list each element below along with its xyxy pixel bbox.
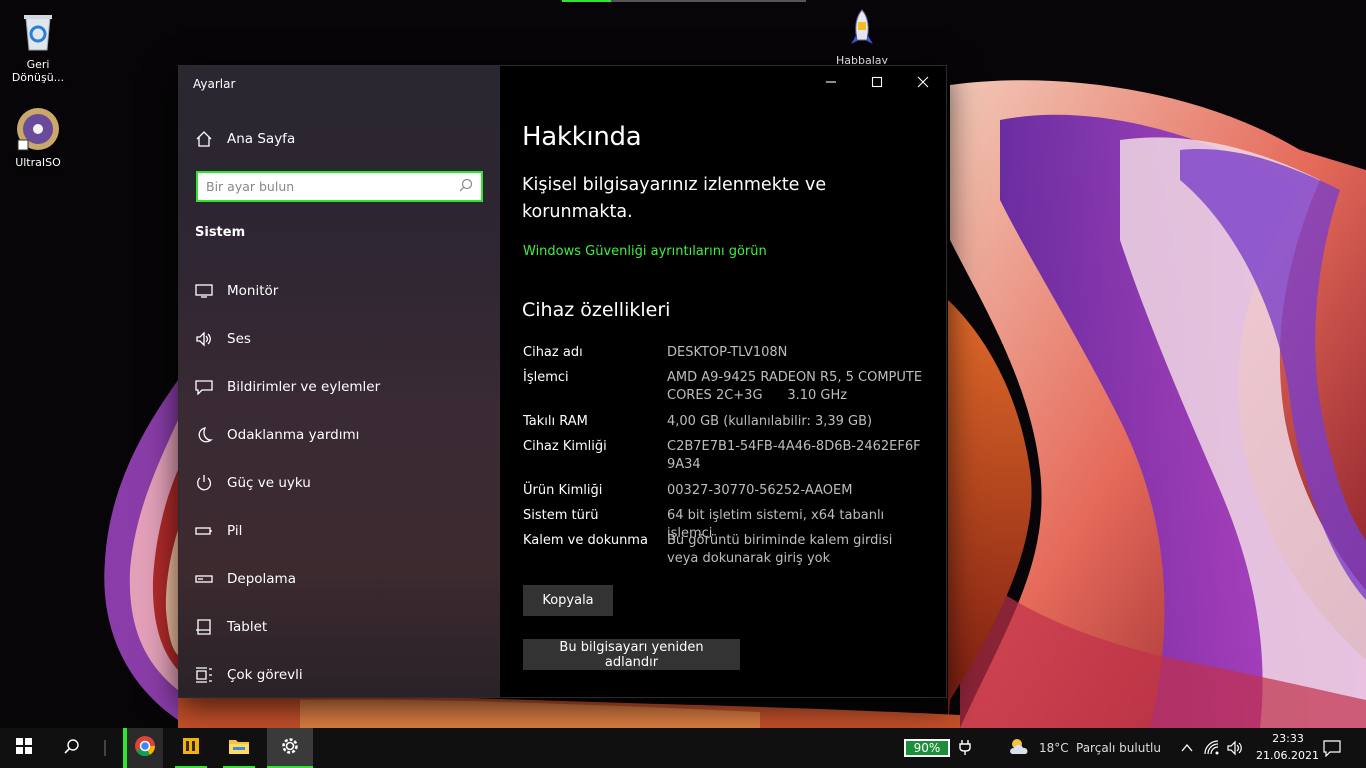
nav-item-label: Depolama xyxy=(227,571,296,587)
spec-key: Kalem ve dokunma xyxy=(523,533,648,548)
nav-item-label: Pil xyxy=(227,523,243,539)
power-plug-icon[interactable] xyxy=(958,738,972,760)
nav-item-label: Güç ve uyku xyxy=(227,475,311,491)
nav-home-label: Ana Sayfa xyxy=(227,131,296,147)
nav-item-storage[interactable]: Depolama xyxy=(179,559,500,599)
settings-content-pane: Hakkında Kişisel bilgisayarınız izlenmek… xyxy=(500,66,946,697)
search-icon[interactable] xyxy=(459,177,473,196)
start-button[interactable] xyxy=(0,728,48,768)
moon-icon xyxy=(194,425,214,445)
taskbar-file-explorer[interactable] xyxy=(219,728,259,768)
taskbar: 18°C Parçalı bulutlu 23:33 21.06.2021 xyxy=(0,728,1366,768)
action-center-icon[interactable] xyxy=(1323,739,1341,761)
chevron-up-icon[interactable] xyxy=(1180,740,1194,759)
rename-pc-button[interactable]: Bu bilgisayarı yeniden adlandır xyxy=(523,639,740,670)
nav-item-multitasking[interactable]: Çok görevli xyxy=(179,655,500,695)
nav-home[interactable]: Ana Sayfa xyxy=(179,119,500,159)
nav-item-label: Ses xyxy=(227,331,251,347)
nav-item-label: Monitör xyxy=(227,283,279,299)
volume-icon[interactable] xyxy=(1226,740,1244,760)
battery-percentage[interactable]: 90% xyxy=(904,739,950,757)
section-label-system: Sistem xyxy=(195,225,246,240)
nav-item-focus-assist[interactable]: Odaklanma yardımı xyxy=(179,415,500,455)
tablet-icon xyxy=(194,617,214,637)
wifi-icon[interactable] xyxy=(1204,740,1220,760)
nav-item-battery[interactable]: Pil xyxy=(179,511,500,551)
nav-item-monitor[interactable]: Monitör xyxy=(179,271,500,311)
power-icon xyxy=(194,473,214,493)
protection-status-text: Kişisel bilgisayarınız izlenmekte ve kor… xyxy=(522,175,827,222)
spec-key: Cihaz Kimliği xyxy=(523,439,607,454)
search-input[interactable] xyxy=(206,179,459,194)
minimize-button[interactable] xyxy=(808,66,854,98)
nav-item-notifications[interactable]: Bildirimler ve eylemler xyxy=(179,367,500,407)
search-button[interactable] xyxy=(48,728,96,768)
window-controls xyxy=(808,66,946,98)
desktop-icon-label: Geri Dönüşü... xyxy=(11,58,65,84)
desktop-icon-recycle-bin[interactable]: Geri Dönüşü... xyxy=(1,8,75,84)
spec-value: Bu görüntü biriminde kalem girdisi veya … xyxy=(667,533,893,566)
nav-item-power[interactable]: Güç ve uyku xyxy=(179,463,500,503)
desktop-icon-label: UltraISO xyxy=(15,156,61,169)
taskbar-app-yellow[interactable] xyxy=(171,728,211,768)
spec-value: AMD A9-9425 RADEON R5, 5 COMPUTE CORES 2… xyxy=(667,370,927,403)
chrome-icon xyxy=(134,735,156,761)
page-title: Hakkında xyxy=(522,122,642,152)
rocket-icon xyxy=(847,8,877,50)
settings-search[interactable] xyxy=(196,171,483,202)
multitask-icon xyxy=(194,665,214,685)
spec-value: 00327-30770-56252-AAOEM xyxy=(667,483,853,498)
taskbar-divider xyxy=(104,740,106,756)
nav-item-label: Odaklanma yardımı xyxy=(227,427,360,443)
nav-item-sound[interactable]: Ses xyxy=(179,319,500,359)
taskbar-settings[interactable] xyxy=(267,728,313,768)
spec-key: Cihaz adı xyxy=(523,345,583,360)
weather-description[interactable]: Parçalı bulutlu xyxy=(1076,741,1161,755)
spec-key: Takılı RAM xyxy=(523,414,588,429)
desktop-icon-label: Habbalay xyxy=(835,54,889,64)
spec-key: Ürün Kimliği xyxy=(523,483,603,498)
settings-nav-pane: Ayarlar Ana Sayfa Sistem Monitör Ses Bil… xyxy=(179,66,500,697)
weather-cloud-icon[interactable] xyxy=(1007,736,1033,762)
nav-item-label: Bildirimler ve eylemler xyxy=(227,379,381,395)
recycle-bin-icon xyxy=(15,8,61,54)
monitor-icon xyxy=(194,281,214,301)
battery-icon xyxy=(194,521,214,541)
book-app-icon xyxy=(181,736,201,760)
clock-date[interactable]: 21.06.2021 xyxy=(1256,749,1319,762)
maximize-button[interactable] xyxy=(854,66,900,98)
search-icon xyxy=(64,738,80,758)
nav-item-label: Tablet xyxy=(227,619,268,635)
home-icon xyxy=(194,129,214,149)
spec-value: 4,00 GB (kullanılabilir: 3,39 GB) xyxy=(667,414,873,429)
storage-icon xyxy=(194,569,214,589)
spec-key: İşlemci xyxy=(523,370,569,385)
ultraiso-disc-icon xyxy=(15,106,61,152)
gear-icon xyxy=(280,736,300,760)
weather-temperature[interactable]: 18°C xyxy=(1039,741,1069,755)
windows-security-link[interactable]: Windows Güvenliği ayrıntılarını görün xyxy=(523,244,767,259)
spec-key: Sistem türü xyxy=(523,508,599,523)
speaker-icon xyxy=(194,329,214,349)
folder-icon xyxy=(228,737,250,759)
settings-window: Ayarlar Ana Sayfa Sistem Monitör Ses Bil… xyxy=(178,65,947,698)
desktop-icon-ultraiso[interactable]: UltraISO xyxy=(1,106,75,169)
taskbar-chrome[interactable] xyxy=(123,728,163,768)
top-progress-fill xyxy=(562,0,611,2)
notification-icon xyxy=(194,377,214,397)
device-specs-title: Cihaz özellikleri xyxy=(522,299,671,321)
nav-item-tablet[interactable]: Tablet xyxy=(179,607,500,647)
nav-item-label: Çok görevli xyxy=(227,667,303,683)
windows-logo-icon xyxy=(16,738,32,758)
clock-time[interactable]: 23:33 xyxy=(1266,732,1310,745)
spec-value: C2B7E7B1-54FB-4A46-8D6B-2462EF6F9A34 xyxy=(667,439,921,472)
spec-value: DESKTOP-TLV108N xyxy=(667,345,788,360)
close-button[interactable] xyxy=(900,66,946,98)
window-title: Ayarlar xyxy=(193,77,236,91)
copy-button[interactable]: Kopyala xyxy=(523,585,613,616)
desktop-icon-habbalay[interactable]: Habbalay xyxy=(825,8,899,64)
